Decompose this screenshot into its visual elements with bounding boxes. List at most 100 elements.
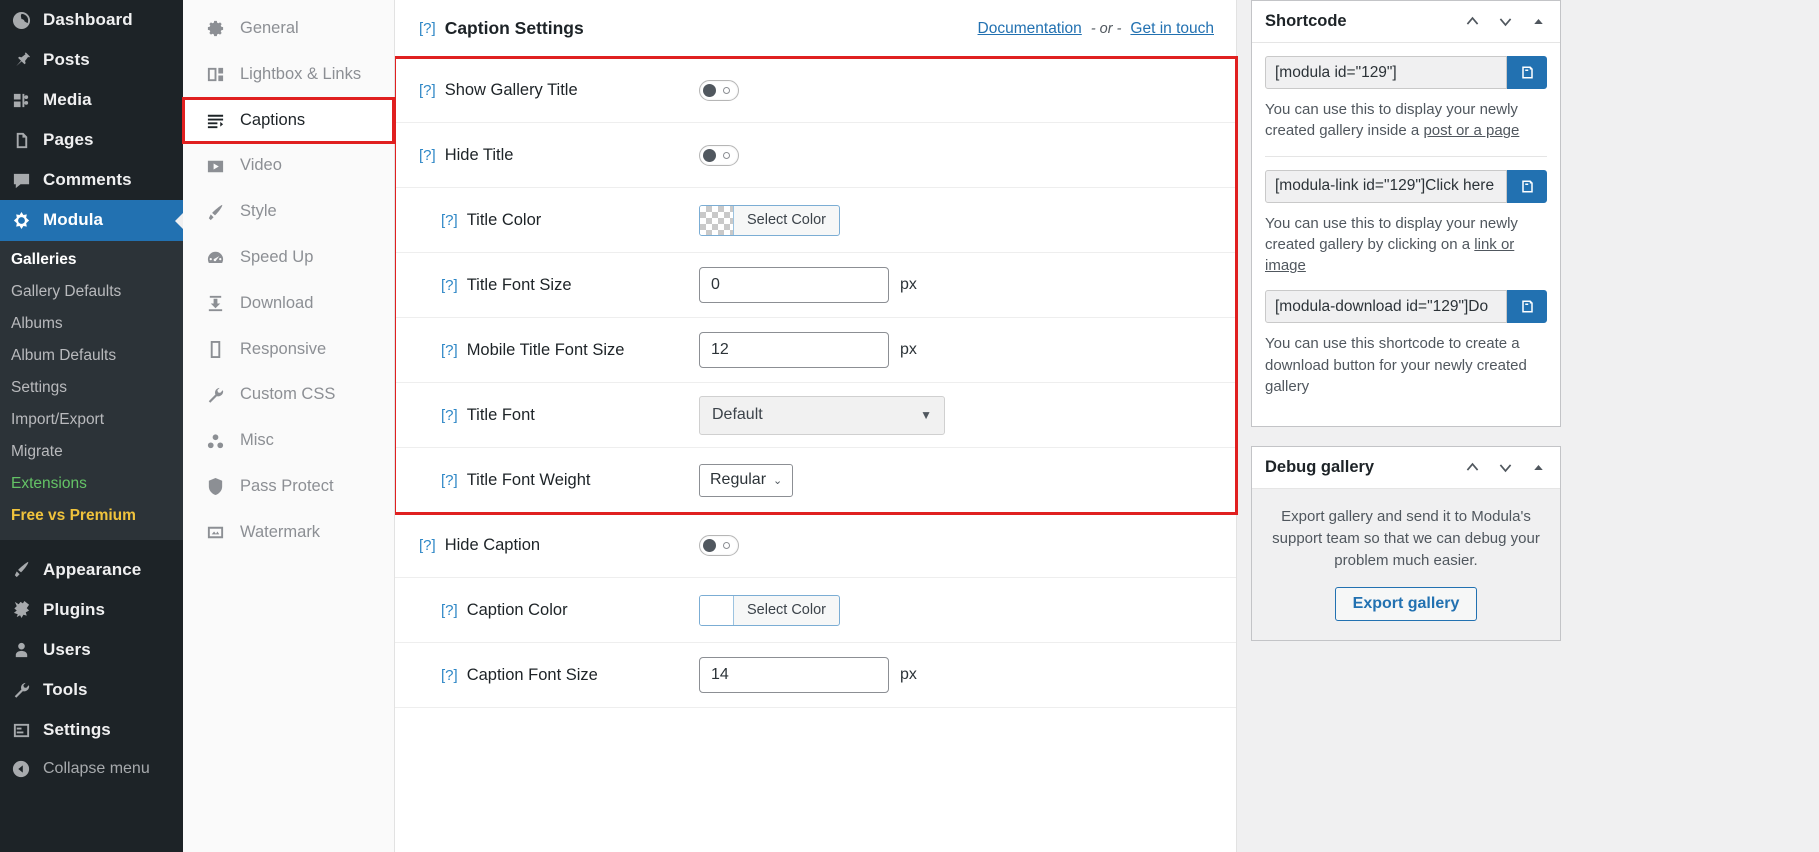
help-icon[interactable]: [?]: [441, 212, 458, 229]
modula-icon: [11, 211, 31, 231]
show-gallery-title-toggle[interactable]: [699, 79, 739, 101]
sidebar-item-settings[interactable]: Settings: [0, 710, 183, 750]
title-font-select[interactable]: Default ▼: [699, 395, 945, 435]
tab-video[interactable]: Video: [183, 143, 394, 189]
tab-custom-css[interactable]: Custom CSS: [183, 372, 394, 418]
sidebar-item-modula[interactable]: Modula: [0, 200, 184, 241]
copy-icon[interactable]: [1507, 290, 1547, 324]
captions-lines-icon: [205, 111, 226, 130]
download-icon: [205, 294, 226, 313]
submenu-item-import-export[interactable]: Import/Export: [0, 404, 183, 436]
title-font-size-input[interactable]: [699, 267, 889, 303]
mobile-title-font-size-input[interactable]: [699, 332, 889, 368]
sidebar-item-users[interactable]: Users: [0, 630, 183, 670]
row-control: px: [699, 657, 917, 693]
export-gallery-button[interactable]: Export gallery: [1334, 586, 1478, 621]
help-icon[interactable]: [?]: [419, 20, 436, 37]
sidebar-label: Dashboard: [43, 10, 133, 29]
row-label: [?] Hide Caption: [419, 536, 699, 555]
color-swatch-white: [700, 595, 734, 625]
sidebar-item-appearance[interactable]: Appearance: [0, 550, 183, 590]
hide-caption-toggle[interactable]: [699, 534, 739, 556]
tab-label: Custom CSS: [240, 385, 336, 404]
tab-general[interactable]: General: [183, 6, 394, 52]
toggle-knob: [703, 538, 716, 552]
toggle-panel-icon[interactable]: [1530, 13, 1547, 30]
move-down-icon[interactable]: [1497, 459, 1514, 476]
help-icon[interactable]: [?]: [419, 537, 436, 554]
title-color-picker-button[interactable]: Select Color: [699, 204, 840, 236]
admin-screen: Dashboard Posts Media Pages Comments Mod…: [0, 0, 1819, 852]
hide-title-toggle[interactable]: [699, 144, 739, 166]
sidebar-item-plugins[interactable]: Plugins: [0, 590, 183, 630]
sidebar-item-pages[interactable]: Pages: [0, 120, 183, 160]
copy-icon[interactable]: [1507, 169, 1547, 203]
submenu-item-galleries[interactable]: Galleries: [0, 244, 183, 276]
sidebar-item-dashboard[interactable]: Dashboard: [0, 0, 183, 40]
style-brush-icon: [205, 203, 226, 222]
row-label: [?] Caption Font Size: [419, 666, 699, 685]
tab-misc[interactable]: Misc: [183, 418, 394, 464]
tab-lightbox-links[interactable]: Lightbox & Links: [183, 52, 394, 98]
lightbox-icon: [205, 65, 226, 84]
caption-color-picker-button[interactable]: Select Color: [699, 594, 840, 626]
setting-row-hide-title: [?] Hide Title: [395, 123, 1236, 188]
help-icon[interactable]: [?]: [419, 82, 436, 99]
move-up-icon[interactable]: [1464, 13, 1481, 30]
pages-icon: [11, 130, 31, 150]
row-control: Default ▼: [699, 395, 945, 435]
shortcode-desc-link: You can use this to display your newly c…: [1265, 213, 1547, 277]
help-icon[interactable]: [?]: [441, 342, 458, 359]
submenu-item-albums[interactable]: Albums: [0, 308, 183, 340]
shortcode-input-download[interactable]: [1265, 290, 1507, 324]
shortcode-input-link[interactable]: [1265, 169, 1507, 203]
shortcode-field-download: [1265, 290, 1547, 324]
caption-font-size-input[interactable]: [699, 657, 889, 693]
submenu-item-free-vs-premium[interactable]: Free vs Premium: [0, 500, 183, 532]
help-icon[interactable]: [?]: [441, 277, 458, 294]
collapse-menu-button[interactable]: Collapse menu: [0, 750, 183, 788]
move-down-icon[interactable]: [1497, 13, 1514, 30]
toggle-knob: [703, 148, 716, 162]
sidebar-item-tools[interactable]: Tools: [0, 670, 183, 710]
sidebar-item-comments[interactable]: Comments: [0, 160, 183, 200]
toggle-panel-icon[interactable]: [1530, 459, 1547, 476]
submenu-item-migrate[interactable]: Migrate: [0, 436, 183, 468]
get-in-touch-link[interactable]: Get in touch: [1130, 20, 1214, 38]
shortcode-input-gallery[interactable]: [1265, 56, 1507, 89]
media-icon: [11, 90, 31, 110]
shortcode-metabox: Shortcode [modula id="129"] You can use …: [1251, 0, 1561, 428]
submenu-item-extensions[interactable]: Extensions: [0, 468, 183, 500]
tab-captions[interactable]: Captions: [182, 96, 395, 145]
help-icon[interactable]: [?]: [441, 667, 458, 684]
setting-label: Title Font Size: [466, 275, 572, 294]
post-or-page-link[interactable]: post or a page: [1423, 122, 1519, 139]
submenu-item-album-defaults[interactable]: Album Defaults: [0, 340, 183, 372]
row-control: [699, 534, 739, 556]
sidebar-item-media[interactable]: Media: [0, 80, 183, 120]
tab-download[interactable]: Download: [183, 281, 394, 327]
title-font-weight-select[interactable]: Regular ⌄: [699, 463, 794, 497]
tab-responsive[interactable]: Responsive: [183, 327, 394, 373]
copy-icon[interactable]: [1507, 56, 1547, 89]
tab-label: Pass Protect: [240, 476, 334, 495]
help-icon[interactable]: [?]: [419, 147, 436, 164]
tab-speed-up[interactable]: Speed Up: [183, 235, 394, 281]
submenu-item-settings[interactable]: Settings: [0, 372, 183, 404]
tools-wrench-icon: [11, 680, 31, 700]
sidebar-label: Media: [43, 90, 92, 110]
sidebar-label: Posts: [43, 50, 90, 70]
submenu-item-gallery-defaults[interactable]: Gallery Defaults: [0, 276, 183, 308]
help-icon[interactable]: [?]: [441, 407, 458, 424]
tab-pass-protect[interactable]: Pass Protect: [183, 464, 394, 510]
move-up-icon[interactable]: [1464, 459, 1481, 476]
title-font-weight-value: Regular: [710, 471, 767, 488]
help-icon[interactable]: [?]: [441, 472, 458, 489]
setting-row-caption-color: [?] Caption Color Select Color: [395, 578, 1236, 643]
sidebar-item-posts[interactable]: Posts: [0, 40, 183, 80]
shortcode-field-gallery: [1265, 56, 1547, 89]
tab-style[interactable]: Style: [183, 189, 394, 235]
tab-watermark[interactable]: Watermark: [183, 510, 394, 556]
help-icon[interactable]: [?]: [441, 602, 458, 619]
documentation-link[interactable]: Documentation: [978, 20, 1082, 38]
